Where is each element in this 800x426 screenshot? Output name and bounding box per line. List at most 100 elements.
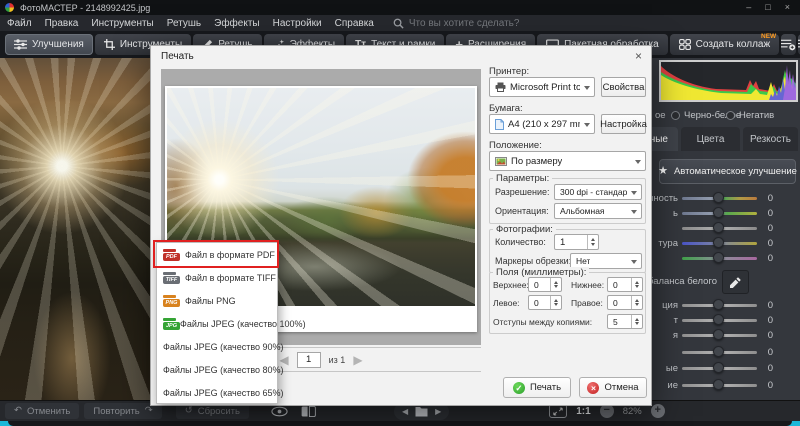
paper-sheet-icon [495,119,504,130]
annotation-highlight-rectangle [153,240,279,268]
new-badge: NEW [761,33,776,40]
zoom-1-1-button[interactable]: 1:1 [576,406,590,417]
close-button[interactable]: × [785,0,790,15]
tab-sharpness[interactable]: Резкость [743,127,798,151]
format-item-jpeg-65[interactable]: Файлы JPEG (качество 65%) [157,381,277,404]
menu-retouch[interactable]: Ретушь [167,18,201,29]
sliders-icon [14,39,27,50]
slider-thumb[interactable] [713,207,724,218]
radio-negative[interactable] [726,111,735,120]
slider-thumb[interactable] [713,237,724,248]
folder-icon[interactable] [415,406,428,417]
show-original-eye-icon[interactable] [271,406,288,417]
white-balance-eyedropper-button[interactable] [722,270,749,294]
zoom-out-button[interactable]: − [600,404,614,418]
menu-help[interactable]: Справка [335,18,374,29]
collage-grid-icon [679,39,691,50]
margin-left-spinner[interactable]: 0 [528,295,562,310]
margin-right-label: Правое: [571,298,603,308]
menu-file[interactable]: Файл [7,18,32,29]
printer-select[interactable]: Microsoft Print to PDF [489,77,595,97]
jpg-file-icon: JPG [157,318,180,330]
slider-thumb[interactable] [713,192,724,203]
reset-icon: ↺ [185,406,193,416]
menu-effects[interactable]: Эффекты [214,18,259,29]
png-file-icon: PNG [157,295,185,307]
cancel-x-icon: × [587,382,599,394]
thumbnail-image-icon [495,157,507,166]
format-item-png[interactable]: PNG Файлы PNG [157,289,277,312]
margin-top-spinner[interactable]: 0 [528,277,562,292]
dialog-cancel-button[interactable]: × Отмена [579,377,647,398]
zoom-level: 82% [623,406,642,417]
slider-thumb[interactable] [713,346,724,357]
margin-bottom-spinner[interactable]: 0 [607,277,643,292]
undo-button[interactable]: ↶ Отменить [5,403,79,419]
dialog-close-icon[interactable]: × [635,49,642,63]
chevron-down-icon [631,260,637,264]
margin-bottom-label: Нижнее: [571,280,604,290]
search-placeholder: Что вы хотите сделать? [409,18,520,29]
format-item-tiff[interactable]: TIFF Файл в формате TIFF [157,266,277,289]
menu-edit[interactable]: Правка [45,18,79,29]
slider-thumb[interactable] [713,379,724,390]
dialog-title: Печать [161,51,194,62]
chevron-down-icon [584,123,590,127]
resolution-select[interactable]: 300 dpi - стандарт [554,184,642,200]
zoom-in-button[interactable]: + [651,404,665,418]
spinner-buttons[interactable] [587,235,598,249]
orientation-select[interactable]: Альбомная [554,203,642,219]
dialog-print-button[interactable]: ✓ Печать [503,377,571,398]
radio-black-white[interactable] [671,111,680,120]
slider-thumb[interactable] [713,314,724,325]
slider-thumb[interactable] [713,329,724,340]
tab-enhancements[interactable]: Улучшения [5,34,93,55]
export-settings-button[interactable] [781,34,796,55]
page-number-input[interactable]: 1 [297,352,321,368]
menu-tools[interactable]: Инструменты [91,18,153,29]
position-select[interactable]: По размеру [489,151,646,171]
fit-to-screen-button[interactable] [549,404,567,418]
count-label: Количество: [495,237,546,247]
window-bottom-edge-dark [8,421,792,426]
auto-enhance-button[interactable]: ★ Автоматическое улучшение [659,159,796,184]
radio-negative-label[interactable]: Негатив [739,110,774,121]
tab-colors[interactable]: Цвета [681,127,740,151]
eyedropper-icon [729,276,742,289]
sliders-plus-icon [781,38,796,51]
undo-icon: ↶ [14,406,22,416]
printer-properties-button[interactable]: Свойства [601,77,646,97]
minimize-button[interactable]: – [746,0,751,15]
format-item-jpeg-90[interactable]: Файлы JPEG (качество 90%) [157,335,277,358]
format-item-jpeg-80[interactable]: Файлы JPEG (качество 80%) [157,358,277,381]
next-page-button[interactable]: ▶ [353,354,362,366]
search-input[interactable]: Что вы хотите сделать? [393,18,520,29]
slider-thumb[interactable] [713,222,724,233]
menu-settings[interactable]: Настройки [273,18,322,29]
chevron-down-icon [635,160,641,164]
margin-left-label: Левое: [493,298,520,308]
printer-label: Принтер: [489,66,529,77]
maximize-button[interactable]: □ [765,0,770,15]
copy-spacing-spinner[interactable]: 5 [607,314,643,329]
position-label: Положение: [489,140,542,151]
next-photo-button[interactable]: ▶ [435,407,441,416]
margin-top-label: Верхнее: [493,280,529,290]
page-count-label: из 1 [329,355,346,365]
prev-photo-button[interactable]: ◀ [402,407,408,416]
params-group-label: Параметры: [493,173,552,184]
tab-create-collage[interactable]: Создать коллаж NEW [670,34,780,55]
slider-thumb[interactable] [713,252,724,263]
slider-thumb[interactable] [713,299,724,310]
slider-thumb[interactable] [713,362,724,373]
radio-color-label-fragment[interactable]: ое [655,110,666,121]
paper-size-select[interactable]: A4 (210 x 297 mm) [489,114,595,134]
format-item-jpeg-100[interactable]: JPG Файлы JPEG (качество 100%) [157,312,277,335]
margin-right-spinner[interactable]: 0 [607,295,643,310]
count-spinner[interactable]: 1 [554,234,599,250]
titlebar: ФотоМАСТЕР - 2148992425.jpg – □ × [0,0,800,15]
tiff-file-icon: TIFF [157,272,185,284]
window-title: ФотоМАСТЕР - 2148992425.jpg [20,3,150,13]
before-after-compare-icon[interactable] [301,406,316,417]
paper-setup-button[interactable]: Настройка [601,114,646,134]
